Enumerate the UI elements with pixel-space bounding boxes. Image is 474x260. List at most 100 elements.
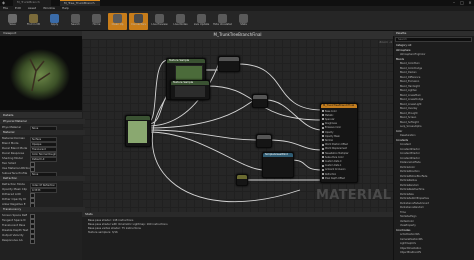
palette-item[interactable]: Blend_Difference [400,76,474,80]
toolbar-button-5[interactable]: Clean Up [108,13,127,30]
palette-item[interactable]: ParticleSubUVProperties [400,197,474,201]
property-label: Phys Material [2,125,21,129]
input-pin[interactable] [322,131,324,133]
palette-category[interactable]: Category: All [396,44,472,48]
toolbar-button-3[interactable]: Search [66,13,85,30]
property-label: Two Sided [2,161,16,165]
palette-item[interactable]: ParticleRadius [400,179,474,183]
palette-item[interactable]: Blend_Exclusion [400,80,474,84]
palette-item[interactable]: AtmosphericFogColor [400,53,474,57]
input-pin[interactable] [322,177,324,180]
palette-item[interactable]: ViewProperty [400,224,474,228]
palette-item[interactable]: Time [400,211,474,215]
details-header: Details [0,112,82,118]
palette-item[interactable]: Lerp_ScreenAlpha [400,125,474,129]
input-pin[interactable] [322,110,324,112]
palette-item[interactable]: ActorPositionWS [400,233,474,237]
palette-item[interactable]: Constant4Vector [400,157,474,161]
material-result-node[interactable]: M_TrunkTreeBranchFinal Base Color Metalli… [320,103,358,183]
preview-viewport[interactable] [0,31,82,110]
palette-item[interactable]: PerInstanceRandom [400,206,474,210]
pin-label: Ambient Occlusion [325,168,346,172]
palette-item[interactable]: ParticleColor [400,166,474,170]
input-pin[interactable] [322,118,324,121]
toolbar-button-7[interactable]: Live Preview [150,13,169,30]
palette-item[interactable]: DistanceCullFade [400,161,474,165]
input-pin[interactable] [322,122,324,125]
palette-item[interactable]: ObjectOrientation [400,247,474,251]
input-pin[interactable] [322,156,324,159]
unreal-logo-icon: ◈ [2,0,6,5]
input-pin[interactable] [322,152,324,154]
input-pin[interactable] [322,143,324,146]
palette-item[interactable]: ParticleDirection [400,170,474,174]
palette-category[interactable]: Atmosphere [396,49,472,53]
palette-item[interactable]: Blend_SoftLight [400,121,474,125]
palette-item[interactable]: Blend_Lighten [400,89,474,93]
input-pin[interactable] [322,173,324,175]
input-pin[interactable] [322,139,324,142]
palette-item[interactable]: LightmapUVs [400,242,474,246]
palette-item[interactable]: Blend_LinearLight [400,103,474,107]
palette-category[interactable]: Constants [396,139,472,143]
toolbar-button-9[interactable]: Live Update [192,13,211,30]
input-pin[interactable] [322,135,324,138]
palette-item[interactable]: TwoSidedSign [400,215,474,219]
palette-item[interactable]: Blend_Screen [400,116,474,120]
toolbar-button-1[interactable]: Find in CB [24,13,43,30]
palette-item[interactable]: ObjectPositionWS [400,251,474,255]
palette-item[interactable]: CameraPositionWS [400,238,474,242]
palette-item[interactable]: Constant2Vector [400,148,474,152]
pin-label: Emissive Color [325,126,342,130]
palette-item[interactable]: Blend_ColorDodge [400,67,474,71]
palette-item[interactable]: Blend_ColorBurn [400,62,474,66]
palette-category[interactable]: Coordinates [396,229,472,233]
input-pin[interactable] [322,160,324,163]
toolbar-button-8[interactable]: Live Nodes [171,13,190,30]
property-checkbox[interactable] [30,239,35,244]
palette-item[interactable]: Blend_PinLight [400,112,474,116]
input-pin[interactable] [322,147,324,150]
palette-item[interactable]: ParticleRelativeTime [400,188,474,192]
palette-item[interactable]: VertexColor [400,220,474,224]
add-node[interactable] [252,94,268,108]
simple-grass-wind-node[interactable]: SimpleGrassWind [262,152,294,178]
palette-item[interactable]: ParticleRandom [400,184,474,188]
input-pin[interactable] [322,126,324,129]
toolbar-button-2[interactable]: Apply [45,13,64,30]
palette-item[interactable]: Blend_LinearDodge [400,98,474,102]
details-section[interactable]: Refraction [0,176,85,181]
palette-item[interactable]: Blend_Darken [400,71,474,75]
constant-node[interactable] [236,174,248,186]
input-pin[interactable] [322,164,324,167]
toolbar-label: Live Preview [151,23,168,26]
toolbar-button-11[interactable]: Stats [234,13,253,30]
palette-item[interactable]: PerInstanceFadeAmount [400,202,474,206]
palette-item[interactable]: Blend_HardLight [400,85,474,89]
multiply-node[interactable] [218,56,240,72]
palette-item[interactable]: Desaturation [400,134,474,138]
palette-item[interactable]: ParticleSize [400,193,474,197]
input-pin[interactable] [322,114,324,117]
details-section[interactable]: Physical Material [0,119,85,124]
pin-label: Subsurface Color [325,155,344,159]
palette-item[interactable]: Constant3Vector [400,152,474,156]
details-section[interactable]: Material [0,130,85,135]
toolbar-button-0[interactable]: Save [3,13,22,30]
toolbar-label: Apply [50,23,59,26]
toolbar-button-10[interactable]: Hide Unrelated [213,13,232,30]
palette-item[interactable]: Constant [400,143,474,147]
input-pin[interactable] [322,168,324,171]
palette-search-input[interactable]: Search [395,37,472,42]
toolbar-button-6[interactable]: Connectors [129,13,148,30]
palette-item[interactable]: ParticleMotionBlurFade [400,175,474,179]
lerp-node[interactable] [256,134,272,148]
palette-category[interactable]: Color [396,130,472,134]
leaf-texture-node[interactable] [125,115,151,147]
texture-sample-node-2[interactable]: Texture Sample [170,80,210,100]
details-section[interactable]: Translucency [0,207,85,212]
toolbar-button-4[interactable]: Home [87,13,106,30]
palette-category[interactable]: Blends [396,58,472,62]
palette-item[interactable]: Blend_LinearBurn [400,94,474,98]
palette-item[interactable]: Blend_Overlay [400,107,474,111]
